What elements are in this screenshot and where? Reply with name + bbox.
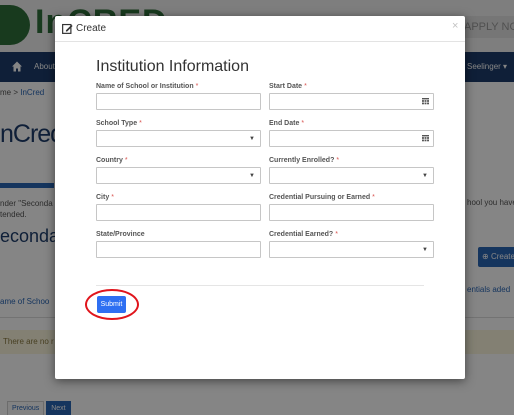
required-marker: * bbox=[304, 83, 307, 90]
required-marker: * bbox=[111, 194, 114, 201]
required-marker: * bbox=[335, 231, 338, 238]
required-marker: * bbox=[372, 194, 375, 201]
city-input[interactable] bbox=[96, 204, 261, 221]
start-date-input[interactable] bbox=[269, 93, 434, 110]
end-date-label: End Date * bbox=[269, 120, 304, 127]
start-date-label-text: Start Date bbox=[269, 83, 303, 90]
school-type-label-text: School Type bbox=[96, 120, 138, 127]
start-date-label: Start Date * bbox=[269, 83, 307, 90]
credential-earned-label: Credential Earned? * bbox=[269, 231, 338, 238]
city-label: City * bbox=[96, 194, 114, 201]
required-marker: * bbox=[195, 83, 199, 90]
required-marker: * bbox=[336, 157, 340, 164]
form-section-title: Institution Information bbox=[96, 58, 249, 75]
state-province-label: State/Province bbox=[96, 231, 145, 238]
required-marker: * bbox=[124, 157, 128, 164]
state-province-input[interactable] bbox=[96, 241, 261, 258]
school-name-label: Name of School or Institution * bbox=[96, 83, 198, 90]
edit-icon bbox=[62, 23, 73, 34]
credential-pursuing-label-text: Credential Pursuing or Earned bbox=[269, 194, 371, 201]
chevron-down-icon: ▼ bbox=[422, 173, 428, 179]
submit-button[interactable]: Submit bbox=[97, 296, 126, 313]
currently-enrolled-label: Currently Enrolled? * bbox=[269, 157, 339, 164]
credential-earned-select[interactable]: ▼ bbox=[269, 241, 434, 258]
credential-pursuing-label: Credential Pursuing or Earned * bbox=[269, 194, 375, 201]
end-date-input[interactable] bbox=[269, 130, 434, 147]
required-marker: * bbox=[301, 120, 305, 127]
modal-header: Create × bbox=[55, 16, 465, 42]
credential-pursuing-input[interactable] bbox=[269, 204, 434, 221]
credential-earned-label-text: Credential Earned? bbox=[269, 231, 334, 238]
country-label-text: Country bbox=[96, 157, 123, 164]
city-label-text: City bbox=[96, 194, 110, 201]
calendar-icon[interactable] bbox=[422, 135, 429, 142]
school-type-label: School Type * bbox=[96, 120, 142, 127]
end-date-label-text: End Date bbox=[269, 120, 300, 127]
currently-enrolled-label-text: Currently Enrolled? bbox=[269, 157, 335, 164]
state-province-label-text: State/Province bbox=[96, 231, 145, 238]
required-marker: * bbox=[139, 120, 142, 127]
country-select[interactable]: ▼ bbox=[96, 167, 261, 184]
close-icon[interactable]: × bbox=[452, 20, 458, 32]
chevron-down-icon: ▼ bbox=[249, 136, 255, 142]
currently-enrolled-select[interactable]: ▼ bbox=[269, 167, 434, 184]
modal-title: Create bbox=[76, 23, 107, 34]
create-modal: Create × Institution Information Name of… bbox=[55, 16, 465, 379]
school-name-label-text: Name of School or Institution bbox=[96, 83, 194, 90]
calendar-icon[interactable] bbox=[422, 98, 429, 105]
form-divider bbox=[96, 285, 424, 286]
chevron-down-icon: ▼ bbox=[249, 173, 255, 179]
school-name-input[interactable] bbox=[96, 93, 261, 110]
school-type-select[interactable]: ▼ bbox=[96, 130, 261, 147]
country-label: Country * bbox=[96, 157, 128, 164]
chevron-down-icon: ▼ bbox=[422, 247, 428, 253]
